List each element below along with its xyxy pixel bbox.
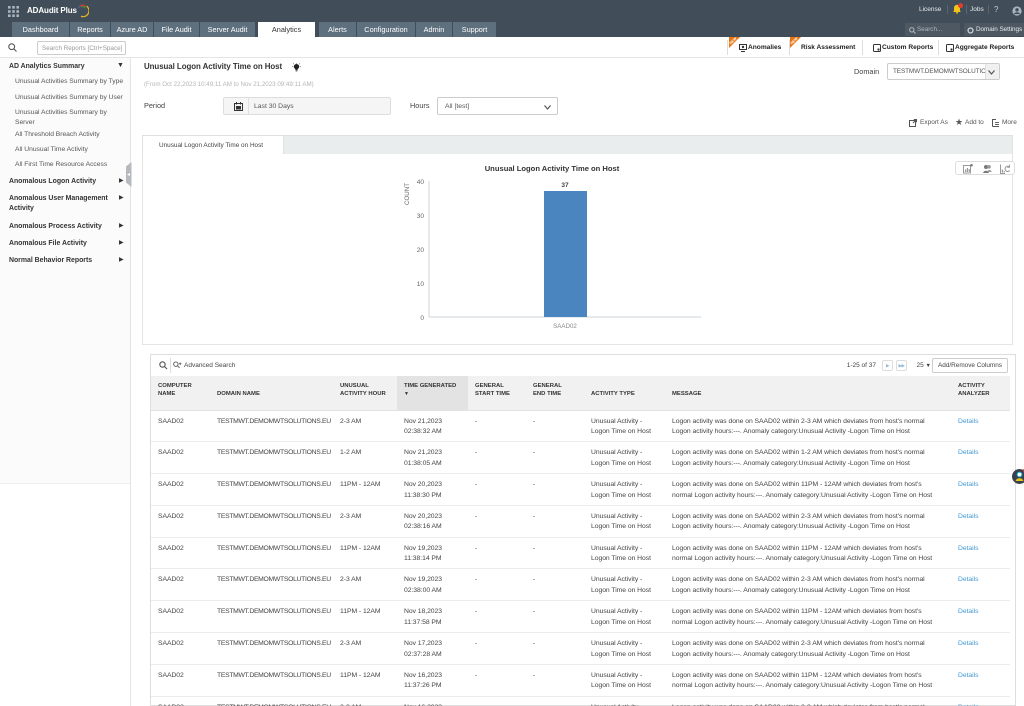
svg-text:30: 30 xyxy=(417,213,425,220)
svg-text:40: 40 xyxy=(417,179,425,186)
svg-text:10: 10 xyxy=(417,281,425,288)
svg-text:COUNT: COUNT xyxy=(404,183,411,205)
svg-text:20: 20 xyxy=(417,247,425,254)
svg-text:0: 0 xyxy=(420,315,424,322)
svg-text:37: 37 xyxy=(561,182,569,189)
svg-text:SAAD02: SAAD02 xyxy=(553,323,577,330)
